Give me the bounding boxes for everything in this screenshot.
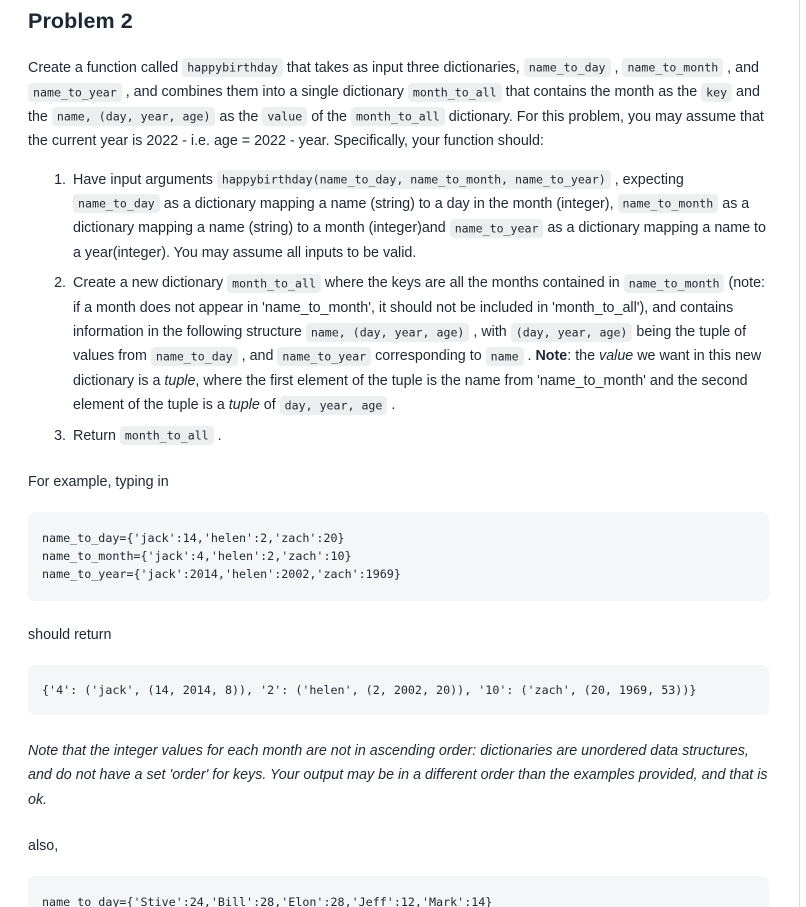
step2-text-7: corresponding to xyxy=(371,348,486,365)
example2-input-code: name_to_day={'Stive':24,'Bill':28,'Elon'… xyxy=(28,876,769,907)
example1-output-code: {'4': ('jack', (14, 2014, 8)), '2': ('he… xyxy=(28,664,769,715)
inline-code-name-day-year-age: name, (day, year, age) xyxy=(51,107,216,127)
step2-text-6: , and xyxy=(237,348,278,365)
inline-code-month-to-all: month_to_all xyxy=(119,426,214,446)
inline-code-month-to-all: month_to_all xyxy=(227,273,321,293)
inline-code-day-year-age-tuple: (day, year, age) xyxy=(510,322,633,342)
italic-tuple-2: tuple xyxy=(228,397,260,414)
inline-code-name-to-day: name_to_day xyxy=(150,346,238,366)
inline-code-happybirthday: happybirthday xyxy=(182,58,283,78)
code-line: {'4': ('jack', (14, 2014, 8)), '2': ('he… xyxy=(42,682,697,697)
italic-tuple-1: tuple xyxy=(164,372,196,389)
list-item: Return month_to_all . xyxy=(70,424,769,448)
code-line: name_to_year={'jack':2014,'helen':2002,'… xyxy=(42,567,401,582)
step2-text-1: Create a new dictionary xyxy=(73,275,228,292)
inline-code-day-year-age: day, year, age xyxy=(279,395,388,415)
inline-code-name-to-day: name_to_day xyxy=(523,58,611,78)
step2-text-4: , with xyxy=(469,324,511,340)
example2-label: also, xyxy=(28,838,59,855)
inline-code-month-to-all: month_to_all xyxy=(407,82,502,102)
inline-code-name-to-month: name_to_month xyxy=(622,58,724,78)
code-line: name_to_day={'jack':14,'helen':2,'zach':… xyxy=(42,531,345,546)
document-page: Problem 2 Create a function called happy… xyxy=(0,0,800,907)
intro-text-2: that takes as input three dictionaries, xyxy=(282,59,524,76)
intro-text-6: that contains the month as the xyxy=(501,84,702,101)
inline-code-name-day-year-age: name, (day, year, age) xyxy=(305,322,470,342)
list-item: Have input arguments happybirthday(name_… xyxy=(70,168,769,266)
step2-text-9: : the xyxy=(567,348,600,365)
document-content: Problem 2 Create a function called happy… xyxy=(0,0,799,907)
step1-text-2: , expecting xyxy=(610,171,684,188)
page-title: Problem 2 xyxy=(28,9,133,33)
note-emphasis: Note xyxy=(535,348,568,365)
inline-code-value: value xyxy=(262,107,308,127)
requirements-list: Have input arguments happybirthday(name_… xyxy=(28,168,769,448)
list-item: Create a new dictionary month_to_all whe… xyxy=(70,271,769,417)
inline-code-signature: happybirthday(name_to_day, name_to_month… xyxy=(216,170,611,190)
italic-value: value xyxy=(599,348,634,365)
intro-text-1: Create a function called xyxy=(28,59,183,76)
inline-code-name-to-year: name_to_year xyxy=(277,346,372,366)
intro-paragraph: Create a function called happybirthday t… xyxy=(28,56,769,154)
inline-code-month-to-all-2: month_to_all xyxy=(350,107,445,127)
step2-text-13: . xyxy=(387,397,396,414)
step2-text-2: where the keys are all the months contai… xyxy=(320,275,624,292)
code-line: name_to_month={'jack':4,'helen':2,'zach'… xyxy=(42,549,352,564)
intro-text-4: , and xyxy=(723,59,759,76)
code-line: name_to_day={'Stive':24,'Bill':28,'Elon'… xyxy=(42,895,493,907)
inline-code-name-to-month: name_to_month xyxy=(623,273,725,293)
step3-text-1: Return xyxy=(73,427,120,444)
inline-code-name: name xyxy=(485,346,524,366)
example1-return-label: should return xyxy=(28,626,112,643)
example1-label: For example, typing in xyxy=(28,474,169,491)
inline-code-key: key xyxy=(701,82,733,102)
inline-code-name-to-month: name_to_month xyxy=(617,194,719,214)
intro-text-8: as the xyxy=(215,108,263,125)
step1-text-1: Have input arguments xyxy=(73,171,217,188)
inline-code-name-to-year: name_to_year xyxy=(28,82,122,102)
intro-text-3: , xyxy=(610,59,623,76)
ordering-note: Note that the integer values for each mo… xyxy=(28,742,768,808)
step3-text-2: . xyxy=(213,427,222,444)
inline-code-name-to-year: name_to_year xyxy=(449,218,544,238)
inline-code-name-to-day: name_to_day xyxy=(73,194,160,214)
intro-text-9: of the xyxy=(307,108,351,125)
step1-text-3: as a dictionary mapping a name (string) … xyxy=(159,195,618,212)
example1-input-code: name_to_day={'jack':14,'helen':2,'zach':… xyxy=(28,512,769,601)
step2-text-12: of xyxy=(259,397,280,414)
intro-text-5: , and combines them into a single dictio… xyxy=(121,84,408,101)
step2-text-8: . xyxy=(523,348,536,365)
